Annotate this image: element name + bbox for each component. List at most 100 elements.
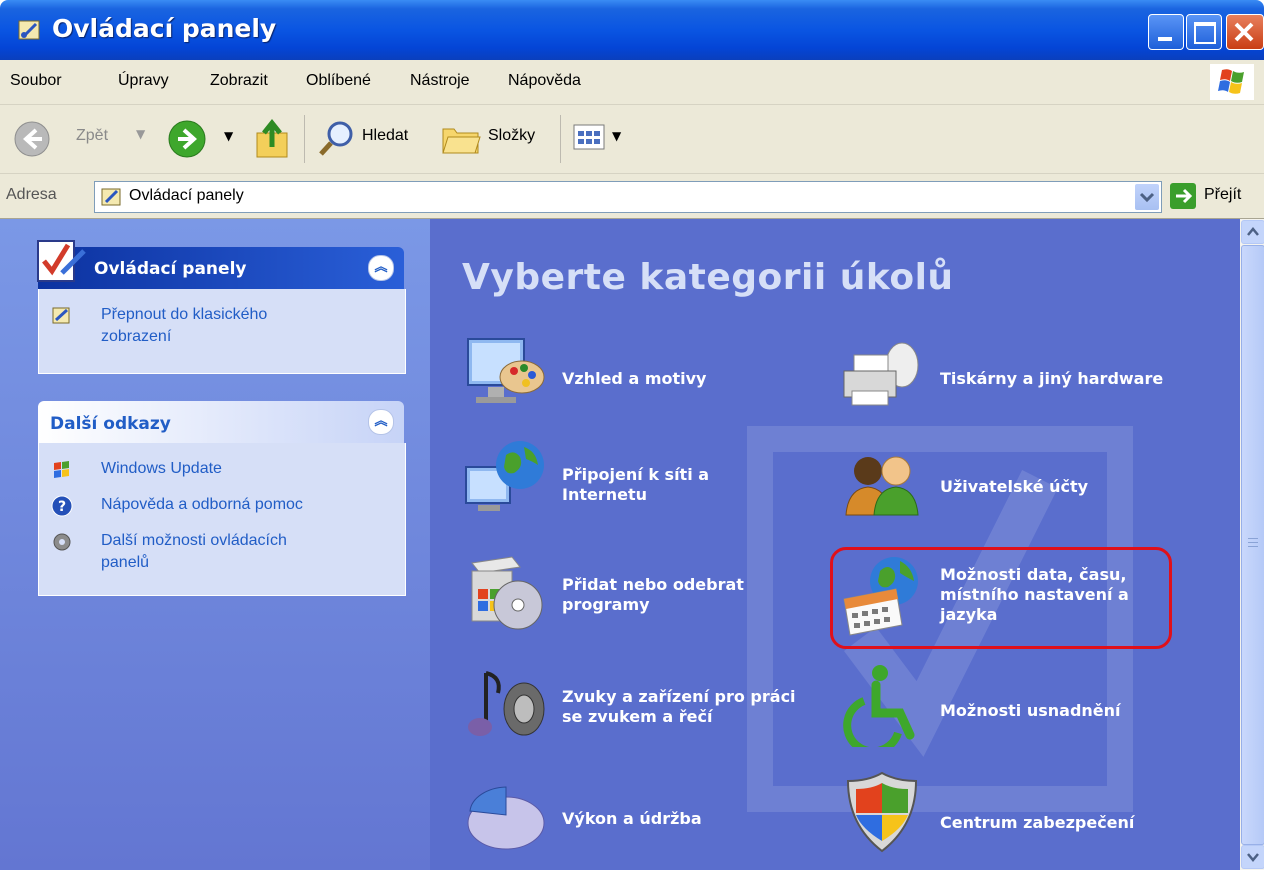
go-button[interactable] (1170, 183, 1196, 209)
back-button[interactable]: Zpět ▼ (10, 117, 150, 161)
category-performance-label: Výkon a údržba (562, 809, 702, 828)
users-icon (845, 456, 919, 516)
close-icon (1234, 22, 1254, 42)
category-add-remove-label: Přidat nebo odebrat (562, 575, 744, 594)
menu-favorites[interactable]: Oblíbené (306, 72, 371, 90)
back-arrow-icon (14, 121, 50, 157)
address-dropdown-button[interactable] (1135, 184, 1159, 210)
security-icon (846, 771, 918, 853)
category-network-label-line2: Internetu (562, 485, 648, 504)
help-support-link[interactable]: Nápověda a odborná pomoc (101, 495, 303, 515)
maximize-button[interactable] (1186, 14, 1222, 50)
menu-file[interactable]: Soubor (10, 72, 62, 90)
chevron-up-icon: ︽ (374, 260, 388, 275)
category-add-remove-programs[interactable]: Přidat nebo odebrat programy (462, 549, 802, 649)
sound-icon (468, 671, 545, 736)
search-icon (319, 121, 353, 156)
minimize-button[interactable] (1148, 14, 1184, 50)
scroll-up-button[interactable] (1241, 220, 1264, 244)
control-panel-window: Ovládací panely Soubor Úpravy Zobrazit O… (0, 0, 1264, 870)
address-bar: Adresa Ovládací panely Přejít (0, 174, 1264, 219)
control-panel-box-header[interactable]: Ovládací panely ︽ (38, 247, 404, 289)
menu-edit[interactable]: Úpravy (118, 72, 169, 90)
switch-classic-view-link[interactable]: Přepnout do klasického (101, 305, 267, 325)
menu-tools[interactable]: Nástroje (410, 72, 470, 90)
category-appearance-label: Vzhled a motivy (562, 369, 707, 388)
category-sounds-label-line2: se zvukem a řečí (562, 707, 713, 726)
install-icon (471, 556, 543, 630)
category-sounds[interactable]: Zvuky a zařízení pro práci se zvukem a ř… (462, 663, 822, 763)
search-button[interactable]: Hledat (316, 117, 428, 161)
control-panel-box-title: Ovládací panely (94, 259, 247, 279)
title-bar[interactable]: Ovládací panely (0, 0, 1264, 60)
windows-logo-icon (1210, 64, 1254, 100)
menu-help[interactable]: Nápověda (508, 72, 581, 90)
search-label: Hledat (362, 127, 409, 144)
back-label: Zpět (76, 127, 109, 144)
category-network-label: Připojení k síti a (562, 465, 710, 484)
category-add-remove-label-line2: programy (562, 595, 650, 614)
task-pane: Ovládací panely ︽ Přepnout do klasického… (0, 219, 430, 870)
folders-label: Složky (488, 127, 536, 144)
window-title: Ovládací panely (52, 14, 277, 43)
views-dropdown-icon: ▼ (612, 129, 622, 143)
performance-icon (467, 786, 545, 850)
control-panel-icon (101, 188, 121, 206)
category-accessibility[interactable]: Možnosti usnadnění (840, 661, 1220, 757)
scroll-down-button[interactable] (1241, 845, 1264, 869)
category-sounds-label: Zvuky a zařízení pro práci (562, 687, 796, 706)
other-links-box-title: Další odkazy (50, 414, 171, 434)
address-field[interactable]: Ovládací panely (94, 181, 1162, 213)
close-button[interactable] (1226, 14, 1264, 50)
other-links-box-body: Windows Update ? Nápověda a odborná pomo… (38, 443, 406, 596)
address-value: Ovládací panely (129, 187, 244, 204)
accessibility-icon (843, 665, 915, 747)
highlight-box (830, 547, 1172, 649)
windows-update-icon (54, 461, 69, 478)
up-folder-icon[interactable] (254, 117, 294, 161)
other-links-box-header[interactable]: Další odkazy ︽ (38, 401, 404, 443)
content-area: Ovládací panely ︽ Přepnout do klasického… (0, 219, 1240, 870)
collapse-button[interactable]: ︽ (368, 255, 394, 281)
appearance-icon (467, 338, 545, 403)
printer-icon (843, 342, 919, 406)
chevron-down-icon (1139, 192, 1155, 203)
toolbar-separator (304, 115, 305, 163)
chevron-down-icon (1247, 853, 1259, 862)
category-user-accounts[interactable]: Uživatelské účty (840, 441, 1220, 537)
folders-icon (442, 128, 481, 154)
switch-classic-view-link-line2[interactable]: zobrazení (101, 327, 171, 347)
category-user-accounts-label: Uživatelské účty (940, 477, 1089, 496)
views-button[interactable]: ▼ (572, 121, 632, 157)
gear-icon (53, 533, 71, 551)
category-performance[interactable]: Výkon a údržba (462, 771, 802, 867)
category-appearance[interactable]: Vzhled a motivy (462, 331, 802, 427)
control-panel-large-icon (37, 240, 86, 282)
help-icon: ? (51, 495, 73, 517)
go-label[interactable]: Přejít (1204, 186, 1241, 204)
forward-arrow-icon (168, 120, 206, 158)
more-options-link-line2[interactable]: panelů (101, 553, 149, 573)
vertical-scrollbar[interactable] (1240, 219, 1264, 870)
scroll-thumb[interactable] (1241, 245, 1264, 845)
category-network[interactable]: Připojení k síti a Internetu (462, 437, 802, 533)
toolbar-separator (560, 115, 561, 163)
more-options-link[interactable]: Další možnosti ovládacích (101, 531, 287, 551)
go-arrow-icon (1176, 188, 1193, 204)
views-icon (573, 124, 605, 150)
windows-update-link[interactable]: Windows Update (101, 459, 222, 479)
svg-text:?: ? (58, 499, 66, 515)
category-security-label: Centrum zabezpečení (940, 813, 1135, 832)
category-printers[interactable]: Tiskárny a jiný hardware (840, 331, 1220, 427)
menu-view[interactable]: Zobrazit (210, 72, 268, 90)
folders-button[interactable]: Složky (440, 117, 550, 161)
category-security-center[interactable]: Centrum zabezpečení (840, 769, 1220, 869)
chevron-up-icon (1247, 227, 1259, 236)
address-label: Adresa (6, 186, 57, 203)
collapse-button[interactable]: ︽ (368, 409, 394, 435)
chevron-up-icon: ︽ (374, 414, 388, 429)
control-panel-icon (18, 20, 40, 40)
forward-button[interactable]: ▼ (166, 117, 242, 161)
category-accessibility-label: Možnosti usnadnění (940, 701, 1121, 720)
menu-bar: Soubor Úpravy Zobrazit Oblíbené Nástroje… (0, 60, 1264, 105)
